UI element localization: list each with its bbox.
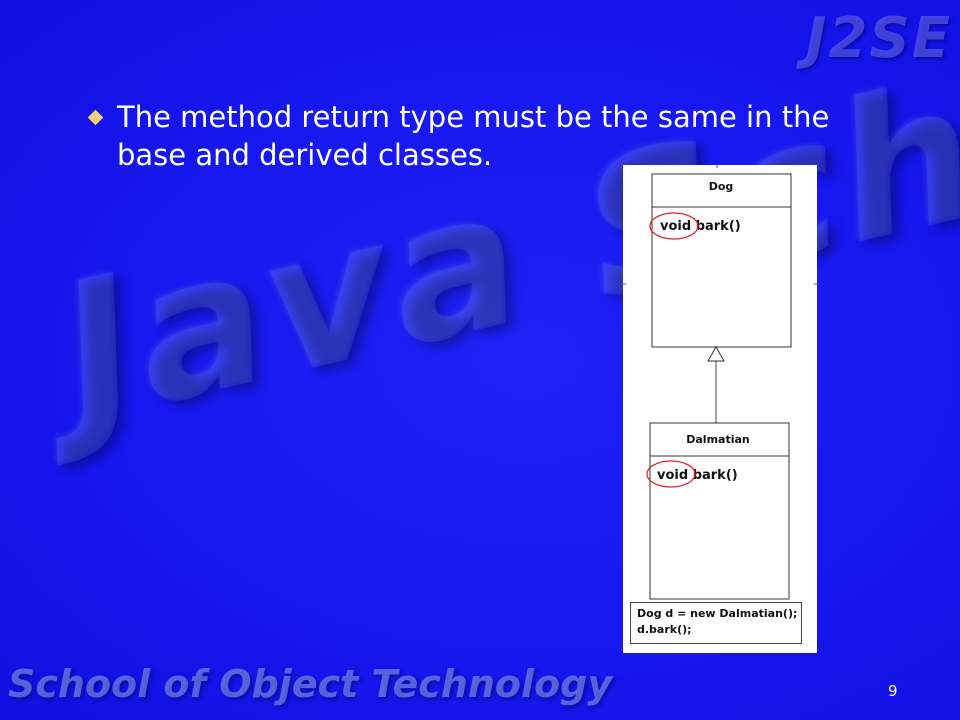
code-snippet-box: Dog d = new Dalmatian(); d.bark();	[630, 602, 802, 644]
dog-method: void bark()	[660, 219, 741, 234]
uml-diagram: Dog void bark() Dalmatian void bark() Do…	[623, 165, 817, 653]
slide: Java School J2SE The method return type …	[0, 0, 960, 720]
code-line-1: Dog d = new Dalmatian();	[637, 607, 798, 620]
dog-class-box: Dog void bark()	[649, 173, 792, 348]
j2se-brand: J2SE	[805, 6, 952, 71]
inheritance-arrow	[707, 345, 725, 423]
dalmatian-class-name: Dalmatian	[686, 433, 750, 446]
dalmatian-method: void bark()	[657, 468, 738, 483]
bullet-point: The method return type must be the same …	[86, 98, 886, 174]
code-line-2: d.bark();	[637, 623, 692, 636]
school-footer-logo: School of Object Technology	[8, 662, 613, 706]
dog-class-name: Dog	[709, 180, 734, 193]
bullet-text: The method return type must be the same …	[117, 100, 830, 172]
dalmatian-class-box: Dalmatian void bark()	[646, 422, 790, 600]
page-number: 9	[888, 682, 898, 700]
diamond-bullet-icon	[87, 109, 104, 126]
uml-diagram-svg: Dog void bark() Dalmatian void bark()	[623, 165, 817, 600]
